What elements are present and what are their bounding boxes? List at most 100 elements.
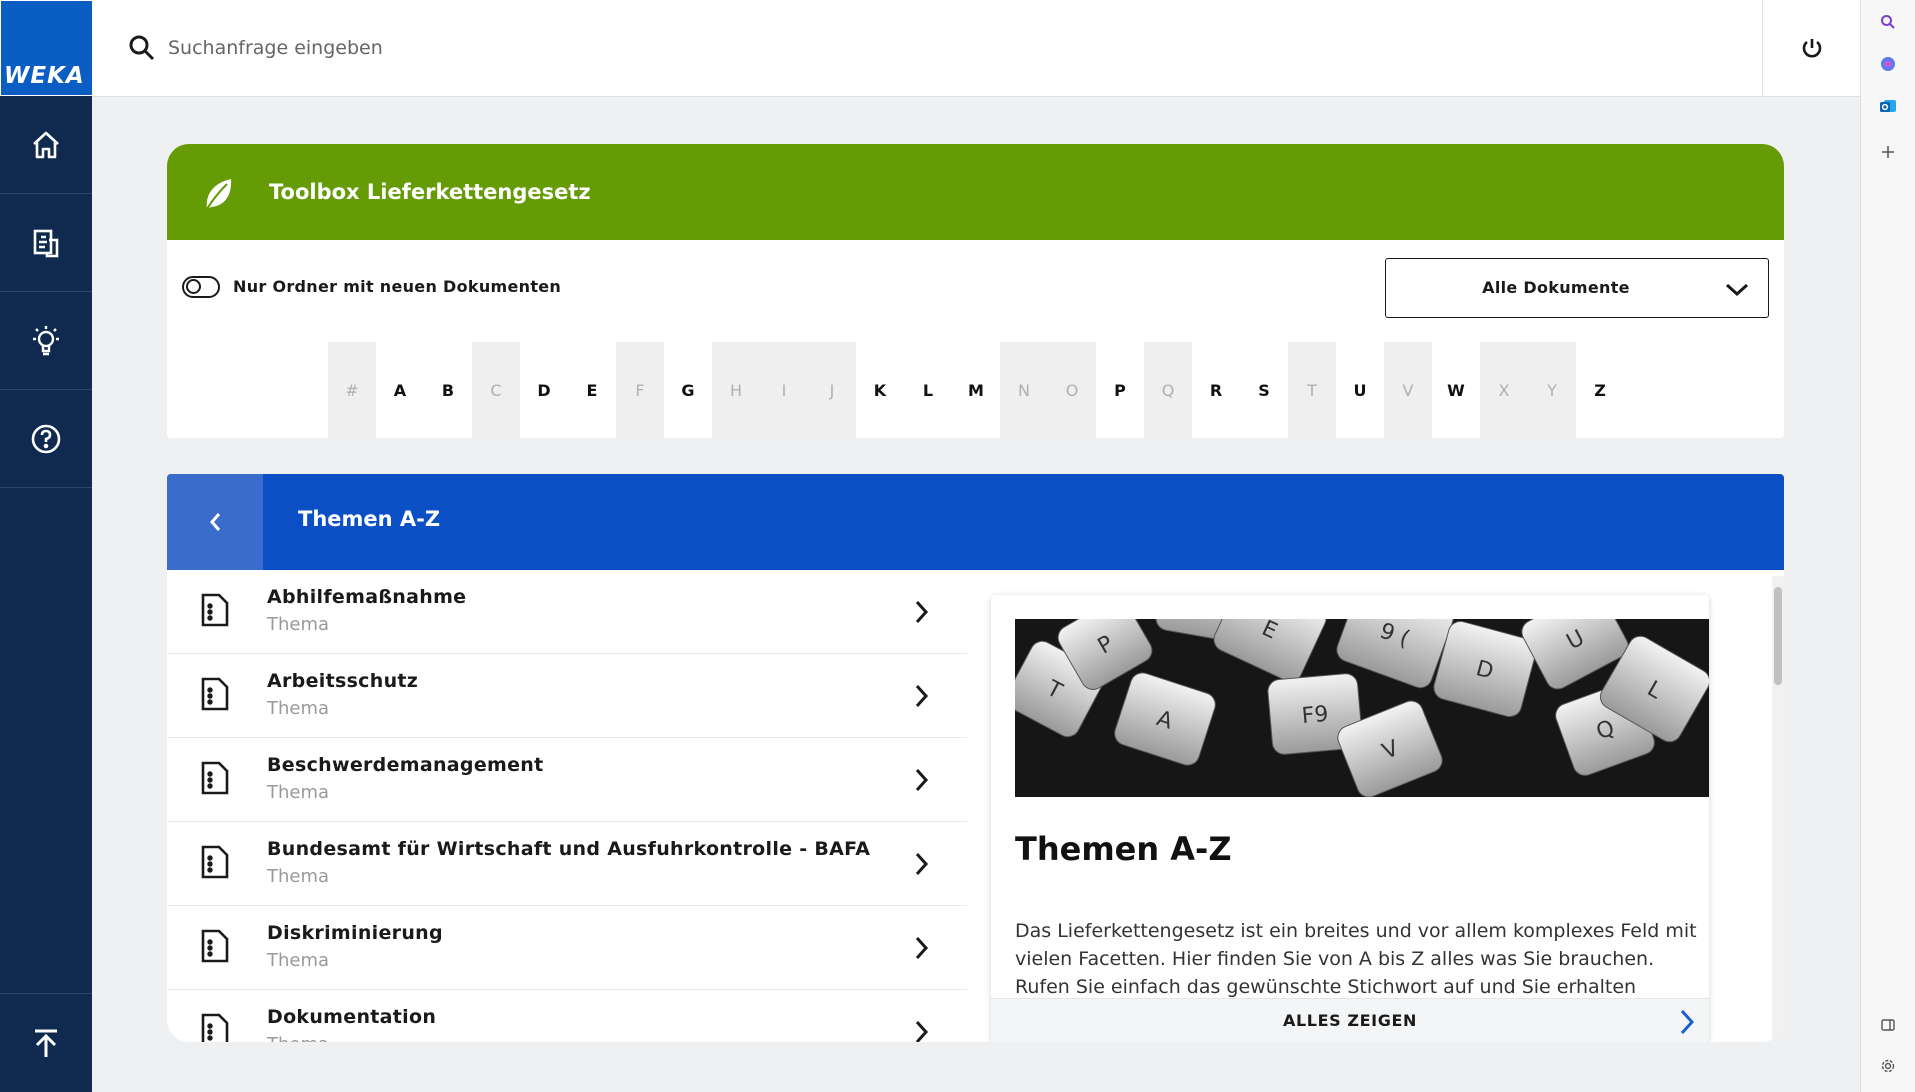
scrollbar-thumb[interactable] [1774,587,1782,685]
list-item-title: Bundesamt für Wirtschaft und Ausfuhrkont… [267,838,871,860]
letter-filter[interactable]: U [1336,342,1384,438]
new-documents-toggle[interactable] [182,276,220,298]
list-item-title: Diskriminierung [267,922,443,944]
add-panel-button[interactable] [1878,142,1898,162]
list-item-type: Thema [267,1034,329,1042]
chevron-right-icon [1680,1009,1695,1035]
sidebar-item-help[interactable] [0,391,92,488]
search-icon[interactable] [128,34,156,62]
document-icon [201,761,229,795]
topic-list: Abhilfemaßnahme Thema Arbeitsschutz Thema Be… [167,570,967,1042]
letter-filter[interactable]: A [376,342,424,438]
toolbox-card: Toolbox Lieferkettengesetz Nur Ordner mi… [167,144,1784,438]
document-icon [201,1013,229,1042]
home-icon [33,131,59,159]
logout-button[interactable] [1762,0,1860,96]
sidebar-toggle-button[interactable] [1878,1015,1898,1035]
letter-filter: H [712,342,760,438]
list-item-type: Thema [267,698,330,719]
letter-filter: Y [1528,342,1576,438]
letter-filter[interactable]: Z [1576,342,1624,438]
letter-filter[interactable]: D [520,342,568,438]
list-item[interactable]: Abhilfemaßnahme Thema [167,570,967,654]
magnifier-icon [1881,15,1895,29]
settings-button[interactable] [1878,1056,1898,1076]
letter-filter[interactable]: R [1192,342,1240,438]
letter-filter: C [472,342,520,438]
letter-filter: V [1384,342,1432,438]
sidebar-item-home[interactable] [0,97,92,194]
document-filter-dropdown[interactable]: Alle Dokumente [1385,258,1769,318]
letter-filter[interactable]: E [568,342,616,438]
scroll-top-icon [35,1029,57,1057]
chevron-down-icon [1725,283,1749,297]
letter-filter[interactable]: W [1432,342,1480,438]
sidebar-item-tips[interactable] [0,293,92,390]
letter-filter: J [808,342,856,438]
letter-filter: X [1480,342,1528,438]
letter-filter: O [1048,342,1096,438]
letter-filter: F [616,342,664,438]
letter-filter[interactable]: B [424,342,472,438]
list-item-type: Thema [267,782,330,803]
letter-filter[interactable]: L [904,342,952,438]
list-item-title: Abhilfemaßnahme [267,586,467,608]
list-item[interactable]: Bundesamt für Wirtschaft und Ausfuhrkont… [167,822,967,906]
panel-icon [1881,1019,1895,1031]
power-icon [1802,39,1821,58]
back-button[interactable] [167,474,263,570]
list-item-title: Arbeitsschutz [267,670,419,692]
toolbox-title: Toolbox Lieferkettengesetz [269,180,591,204]
chevron-right-icon [915,600,929,624]
scroll-top-button[interactable] [0,993,92,1092]
toggle-label: Nur Ordner mit neuen Dokumenten [233,277,562,296]
document-icon [201,593,229,627]
document-icon [201,929,229,963]
list-item-type: Thema [267,614,330,635]
outlook-icon [1880,100,1896,112]
weka-logo[interactable]: WEKA [0,0,92,96]
themen-card: Themen A-Z Abhilfemaßnahme Thema Arbeitssc… [167,474,1784,1042]
chevron-left-icon [210,513,221,531]
leaf-icon [206,179,232,210]
themen-title: Themen A-Z [298,507,441,531]
document-icon [201,677,229,711]
document-icon [201,845,229,879]
list-item-title: Dokumentation [267,1006,437,1028]
letter-filter[interactable]: P [1096,342,1144,438]
chevron-right-icon [915,768,929,792]
dropdown-value: Alle Dokumente [1482,278,1630,297]
search-input[interactable] [168,30,1068,66]
letter-filter[interactable]: K [856,342,904,438]
copilot-icon [1881,57,1895,71]
letter-filter: N [1000,342,1048,438]
list-item[interactable]: Diskriminierung Thema [167,906,967,990]
list-item[interactable]: Beschwerdemanagement Thema [167,738,967,822]
alphabet-filter: # A B C D E F G H I J K L M N O P Q R S T U V W X Y Z [328,342,1624,438]
list-item[interactable]: Dokumentation Thema [167,990,967,1042]
list-item-title: Beschwerdemanagement [267,754,544,776]
outlook-button[interactable] [1878,96,1898,116]
copilot-button[interactable] [1878,54,1898,74]
letter-filter: # [328,342,376,438]
logo-text: WEKA [4,63,85,89]
browser-side-panel [1860,0,1915,1092]
preview-title: Themen A-Z [1015,830,1232,868]
document-list-icon [33,229,59,258]
lightbulb-icon [33,326,59,356]
letter-filter[interactable]: S [1240,342,1288,438]
list-item-type: Thema [267,950,330,971]
top-bar [92,0,1860,97]
sidebar-item-documents[interactable] [0,195,92,292]
themen-header: Themen A-Z [167,474,1784,570]
show-all-button[interactable]: ALLES ZEIGEN [991,998,1709,1042]
list-item-type: Thema [267,866,330,887]
chevron-right-icon [915,684,929,708]
keyboard-keys-image: TPAWinEF99 (VDUQL [1015,619,1709,797]
help-icon [31,424,61,454]
letter-filter[interactable]: M [952,342,1000,438]
browser-search-button[interactable] [1878,12,1898,32]
list-item[interactable]: Arbeitsschutz Thema [167,654,967,738]
letter-filter[interactable]: G [664,342,712,438]
letter-filter: Q [1144,342,1192,438]
